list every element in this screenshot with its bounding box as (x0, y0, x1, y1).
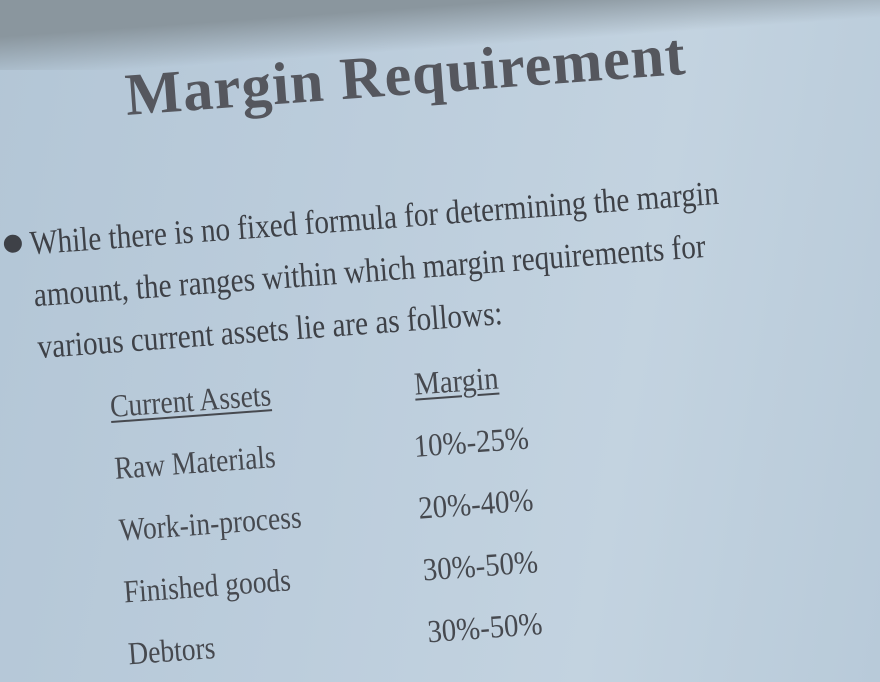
asset-cell: Debtors (126, 629, 217, 672)
header-margin: Margin (412, 359, 500, 402)
asset-cell: Finished goods (122, 561, 292, 610)
slide-title: Margin Requirement (122, 21, 689, 128)
asset-cell: Raw Materials (113, 438, 277, 486)
slide: Margin Requirement While there is no fix… (0, 0, 880, 680)
header-current-assets: Current Assets (108, 376, 273, 424)
asset-cell: Work-in-process (117, 498, 303, 548)
margin-cell: 30%-50% (426, 605, 544, 650)
slide-photo: Margin Requirement While there is no fix… (0, 0, 880, 682)
margin-cell: 30%-50% (421, 543, 540, 588)
slide-paragraph: While there is no fixed formula for dete… (28, 166, 760, 374)
margin-cell: 20%-40% (416, 481, 535, 526)
bullet-icon (3, 234, 23, 254)
margin-cell: 10%-25% (412, 419, 530, 464)
